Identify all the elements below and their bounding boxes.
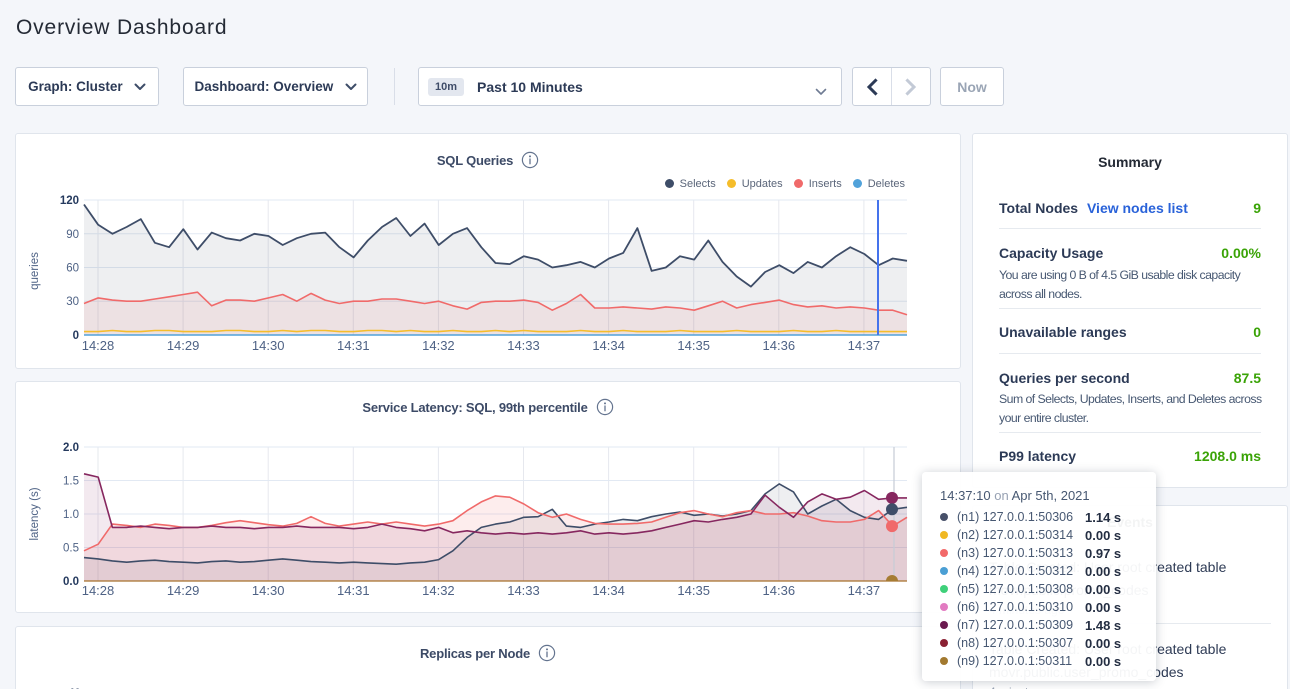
svg-text:14:33: 14:33 — [507, 338, 540, 353]
svg-text:14:29: 14:29 — [167, 338, 200, 353]
svg-text:14:33: 14:33 — [507, 583, 540, 598]
svg-text:60: 60 — [66, 263, 79, 275]
svg-text:90: 90 — [66, 229, 79, 241]
svg-text:30: 30 — [66, 296, 79, 308]
svg-text:14:37: 14:37 — [848, 338, 881, 353]
svg-text:1.0: 1.0 — [63, 509, 79, 521]
svg-text:14:32: 14:32 — [422, 583, 455, 598]
svg-text:14:35: 14:35 — [677, 338, 710, 353]
svg-text:1.5: 1.5 — [63, 476, 79, 488]
svg-text:14:34: 14:34 — [592, 338, 625, 353]
svg-text:14:29: 14:29 — [167, 583, 200, 598]
svg-text:14:31: 14:31 — [337, 583, 370, 598]
svg-text:latency (s): latency (s) — [29, 487, 41, 540]
svg-text:2.0: 2.0 — [63, 442, 79, 454]
svg-text:queries: queries — [29, 252, 41, 290]
svg-text:0.0: 0.0 — [63, 576, 79, 588]
svg-text:14:31: 14:31 — [337, 338, 370, 353]
svg-text:14:36: 14:36 — [763, 583, 796, 598]
svg-text:14:37: 14:37 — [848, 583, 881, 598]
svg-text:0.5: 0.5 — [63, 543, 79, 555]
svg-text:14:34: 14:34 — [592, 583, 625, 598]
svg-text:14:28: 14:28 — [82, 583, 115, 598]
svg-text:14:30: 14:30 — [252, 338, 285, 353]
svg-text:0: 0 — [73, 330, 79, 342]
svg-text:14:30: 14:30 — [252, 583, 285, 598]
svg-text:120: 120 — [60, 195, 79, 207]
svg-text:14:32: 14:32 — [422, 338, 455, 353]
svg-text:14:35: 14:35 — [677, 583, 710, 598]
svg-text:14:28: 14:28 — [82, 338, 115, 353]
svg-text:14:36: 14:36 — [763, 338, 796, 353]
